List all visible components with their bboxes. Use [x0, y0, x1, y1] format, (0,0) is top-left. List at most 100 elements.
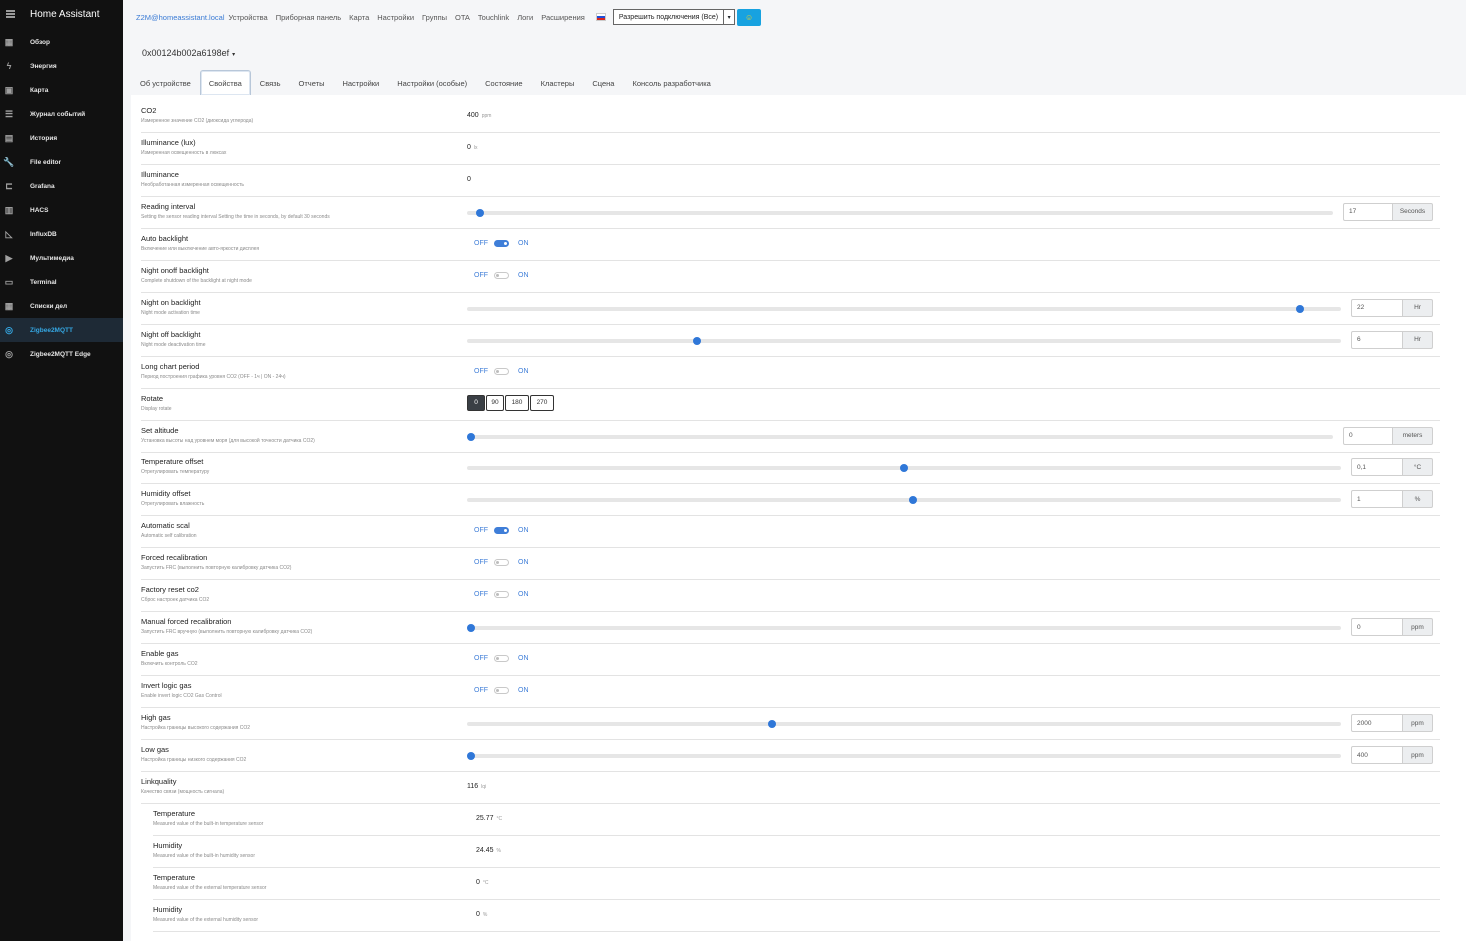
sidebar-item-file-editor[interactable]: 🔧 File editor [0, 150, 123, 174]
sidebar-item-influxdb[interactable]: ◺ InfluxDB [0, 222, 123, 246]
number-input[interactable]: 22 [1351, 298, 1403, 317]
toggle-switch[interactable] [494, 655, 509, 663]
property-description: Запустить FRC (выполнить повторную калиб… [141, 565, 292, 572]
tab-0[interactable]: Об устройстве [131, 70, 200, 96]
property-description: Установка высоты над уровнем моря (для в… [141, 437, 315, 444]
property-row: Humidity Measured value of the built-in h… [153, 836, 1440, 868]
slider-thumb[interactable] [467, 432, 475, 441]
slider-thumb[interactable] [1295, 304, 1304, 313]
sidebar-item-списки-дел[interactable]: ▦ Списки дел [0, 294, 123, 318]
slider-thumb[interactable] [908, 496, 917, 505]
z2m-brand-link[interactable]: Z2M@homeassistant.local [136, 13, 224, 22]
tab-9[interactable]: Консоль разработчика [623, 70, 719, 96]
toggle-switch[interactable] [494, 367, 509, 375]
slider-thumb[interactable] [467, 624, 475, 633]
nav-link[interactable]: OTA [455, 13, 470, 22]
sidebar-item-журнал-событий[interactable]: ☰ Журнал событий [0, 102, 123, 126]
range-slider[interactable] [467, 624, 1341, 633]
toggle-switch[interactable] [494, 687, 509, 695]
slider-thumb[interactable] [693, 336, 702, 345]
number-input[interactable]: 0 [1343, 426, 1393, 445]
toggle-switch[interactable] [494, 559, 509, 567]
number-input[interactable]: 1 [1351, 490, 1403, 509]
nav-link[interactable]: Настройки [377, 13, 414, 22]
todo-icon: ▦ [4, 300, 14, 311]
nav-link[interactable]: Touchlink [478, 13, 509, 22]
sidebar-item-grafana[interactable]: ⊏ Grafana [0, 174, 123, 198]
property-description: Запустить FRC вручную (выполнить повторн… [141, 629, 313, 636]
permit-join-dropdown-chevron-icon[interactable]: ▾ [724, 9, 736, 25]
russian-flag-icon[interactable] [595, 13, 606, 21]
range-slider[interactable] [467, 208, 1333, 217]
nav-link[interactable]: Устройства [228, 13, 267, 22]
sidebar-item-zigbee2mqtt-edge[interactable]: ◎ Zigbee2MQTT Edge [0, 342, 123, 366]
nav-link[interactable]: Карта [349, 13, 369, 22]
sidebar-item-энергия[interactable]: ϟ Энергия [0, 54, 123, 78]
number-input[interactable]: 6 [1351, 330, 1403, 349]
tab-5[interactable]: Настройки (особые) [388, 70, 476, 96]
number-input[interactable]: 2000 [1351, 714, 1403, 733]
device-selector[interactable]: 0x00124b002a6198ef ▾ [142, 48, 235, 58]
property-description: Период построения графика уровня CO2 (OF… [141, 373, 286, 380]
value-number: 0 [476, 878, 480, 886]
sidebar-item-карта[interactable]: ▣ Карта [0, 78, 123, 102]
number-input[interactable]: 0 [1351, 618, 1403, 637]
number-input[interactable]: 0,1 [1351, 458, 1403, 477]
number-input[interactable]: 400 [1351, 746, 1403, 764]
rotate-option-button[interactable]: 0 [467, 394, 485, 411]
tab-6[interactable]: Состояние [476, 70, 531, 96]
sidebar-item-label: HACS [30, 206, 49, 214]
slider-thumb[interactable] [768, 720, 777, 729]
range-slider[interactable] [467, 336, 1341, 345]
tab-2[interactable]: Связь [251, 70, 290, 96]
dashboard-icon: ▦ [4, 36, 14, 47]
value-number: 116 [467, 782, 479, 790]
number-input-group: 400 ppm [1351, 746, 1433, 764]
nav-link[interactable]: Приборная панель [276, 13, 341, 22]
tab-4[interactable]: Настройки [333, 70, 388, 96]
range-slider[interactable] [467, 496, 1341, 505]
property-label: Temperature offset [141, 457, 204, 467]
property-row: Night on backlight Night mode activation … [141, 293, 1440, 325]
tab-3[interactable]: Отчеты [290, 70, 334, 96]
slider-thumb[interactable] [475, 208, 484, 217]
menu-icon[interactable] [6, 8, 18, 20]
tab-1[interactable]: Свойства [199, 70, 251, 96]
toggle-control: OFF ON [474, 367, 529, 375]
sidebar-item-история[interactable]: ▤ История [0, 126, 123, 150]
nav-link[interactable]: Расширения [541, 13, 585, 22]
sidebar-item-zigbee2mqtt[interactable]: ◎ Zigbee2MQTT [0, 318, 123, 342]
toggle-switch[interactable] [494, 527, 509, 535]
toggle-switch[interactable] [494, 239, 509, 247]
number-input-group: 6 Hr [1351, 330, 1433, 349]
nav-link[interactable]: Группы [422, 13, 447, 22]
permit-join-button[interactable]: ☺ [737, 8, 762, 26]
number-input[interactable]: 17 [1343, 202, 1393, 221]
sidebar-item-обзор[interactable]: ▦ Обзор [0, 30, 123, 54]
tab-8[interactable]: Сцена [583, 70, 623, 96]
sidebar-item-hacs[interactable]: ▥ HACS [0, 198, 123, 222]
range-slider[interactable] [467, 304, 1341, 313]
property-description: Night mode activation time [141, 309, 200, 316]
range-slider[interactable] [467, 432, 1333, 441]
slider-thumb[interactable] [467, 752, 475, 760]
rotate-option-button[interactable]: 90 [486, 394, 504, 411]
sidebar-item-terminal[interactable]: ▭ Terminal [0, 270, 123, 294]
value-number: 0 [476, 910, 480, 918]
toggle-switch[interactable] [494, 591, 509, 599]
property-description: Настройка границы высокого содержания CO… [141, 725, 251, 732]
slider-thumb[interactable] [900, 464, 908, 473]
sidebar-item-мультимедиа[interactable]: ▶ Мультимедиа [0, 246, 123, 270]
toggle-off-label: OFF [474, 655, 488, 663]
nav-link[interactable]: Логи [517, 13, 533, 22]
permit-join-select[interactable]: Разрешить подключения (Все) [612, 9, 725, 25]
range-slider[interactable] [467, 464, 1341, 473]
rotate-option-button[interactable]: 270 [530, 394, 554, 411]
range-slider[interactable] [467, 752, 1341, 760]
tab-7[interactable]: Кластеры [532, 70, 584, 96]
rotate-option-button[interactable]: 180 [505, 394, 529, 411]
range-slider[interactable] [467, 720, 1341, 729]
toggle-switch[interactable] [494, 271, 509, 279]
property-row: High gas Настройка границы высокого содер… [141, 708, 1440, 741]
value-unit: °C [496, 815, 503, 822]
